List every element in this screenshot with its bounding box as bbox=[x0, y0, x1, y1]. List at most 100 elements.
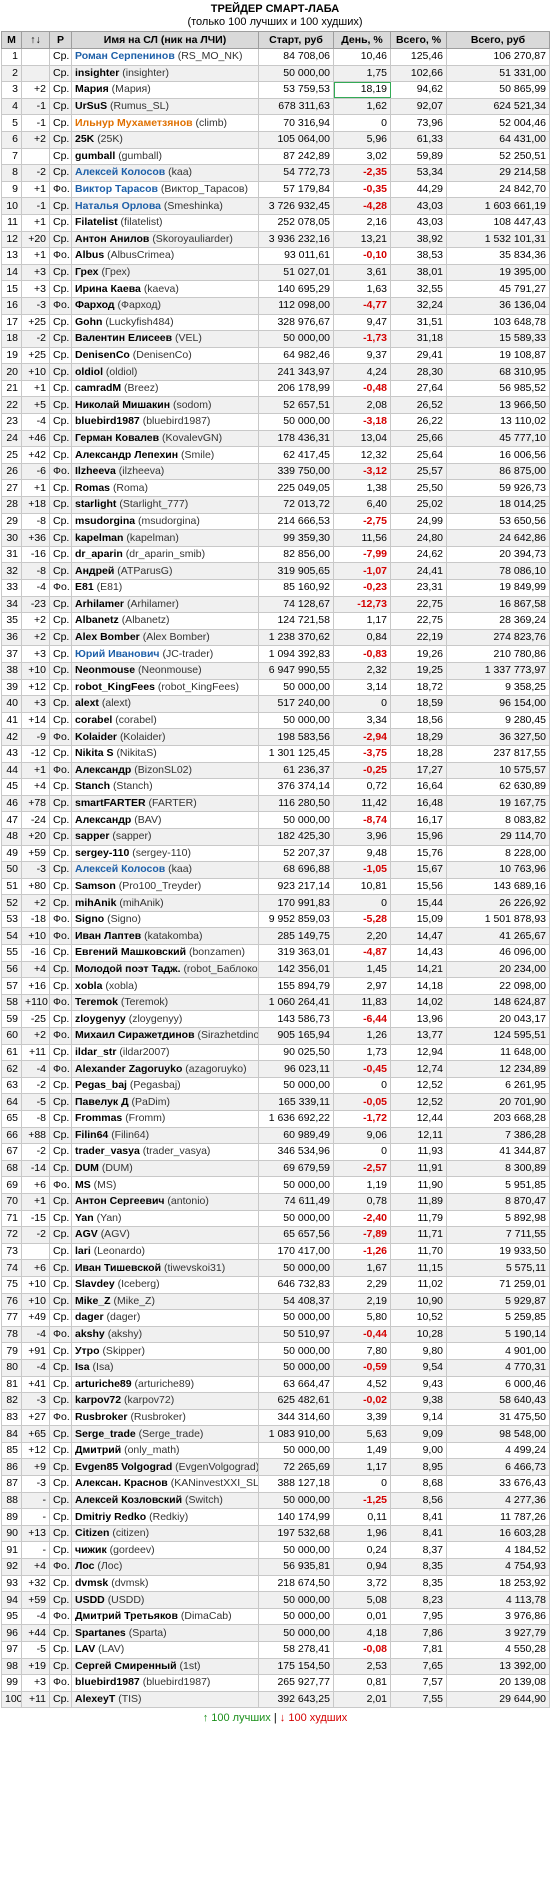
trader-name[interactable]: Александр bbox=[75, 814, 131, 826]
trader-name[interactable]: Romas bbox=[75, 482, 110, 494]
trader-name[interactable]: Yan bbox=[75, 1212, 94, 1224]
trader-name[interactable]: Наталья Орлова bbox=[75, 200, 161, 212]
trader-name[interactable]: чижик bbox=[75, 1544, 107, 1556]
trader-name[interactable]: Isa bbox=[75, 1361, 90, 1373]
trader-name[interactable]: Rusbroker bbox=[75, 1411, 128, 1423]
trader-name[interactable]: Teremok bbox=[75, 996, 118, 1008]
trader-name[interactable]: Alexander Zagoruyko bbox=[75, 1063, 182, 1075]
trader-name[interactable]: Дмитрий bbox=[75, 1444, 121, 1456]
trader-name[interactable]: Ильнур Мухаметзянов bbox=[75, 117, 193, 129]
trader-name[interactable]: Александр Лепехин bbox=[75, 449, 178, 461]
trader-name[interactable]: Иван Лаптев bbox=[75, 930, 141, 942]
header-name[interactable]: Имя на СЛ (ник на ЛЧИ) bbox=[71, 31, 259, 49]
trader-name[interactable]: Gohn bbox=[75, 316, 102, 328]
trader-name[interactable]: Дмитрий Третьяков bbox=[75, 1610, 178, 1622]
trader-name[interactable]: bluebird1987 bbox=[75, 415, 140, 427]
trader-name[interactable]: sergey-110 bbox=[75, 847, 129, 859]
trader-name[interactable]: Иван Тишевской bbox=[75, 1262, 161, 1274]
trader-name[interactable]: Filin64 bbox=[75, 1129, 108, 1141]
trader-name[interactable]: Алексей Колосов bbox=[75, 166, 165, 178]
trader-name[interactable]: Андрей bbox=[75, 565, 114, 577]
header-total-rub[interactable]: Всего, руб bbox=[446, 31, 550, 49]
trader-name[interactable]: Николай Мишакин bbox=[75, 399, 170, 411]
trader-name[interactable]: dr_aparin bbox=[75, 548, 123, 560]
trader-name[interactable]: Антон Анилов bbox=[75, 233, 149, 245]
header-total-pct[interactable]: Всего, % bbox=[390, 31, 447, 49]
worst-link[interactable]: 100 худших bbox=[288, 1712, 347, 1724]
trader-name[interactable]: Виктор Тарасов bbox=[75, 183, 158, 195]
trader-name[interactable]: msudorgina bbox=[75, 515, 135, 527]
trader-name[interactable]: Filatelist bbox=[75, 216, 118, 228]
trader-name[interactable]: LAV bbox=[75, 1643, 95, 1655]
trader-name[interactable]: Kolaider bbox=[75, 731, 117, 743]
trader-name[interactable]: Ирина Каева bbox=[75, 283, 141, 295]
trader-name[interactable]: insighter bbox=[75, 67, 119, 79]
trader-name[interactable]: Утро bbox=[75, 1345, 100, 1357]
trader-name[interactable]: Slavdey bbox=[75, 1278, 115, 1290]
trader-name[interactable]: Arhilamer bbox=[75, 598, 124, 610]
trader-name[interactable]: akshy bbox=[75, 1328, 105, 1340]
trader-name[interactable]: oldiol bbox=[75, 366, 103, 378]
trader-name[interactable]: MS bbox=[75, 1179, 91, 1191]
trader-name[interactable]: Evgen85 Volgograd bbox=[75, 1461, 172, 1473]
trader-name[interactable]: starlight bbox=[75, 498, 116, 510]
trader-name[interactable]: UrSuS bbox=[75, 100, 107, 112]
trader-name[interactable]: mihAnik bbox=[75, 897, 116, 909]
trader-name[interactable]: Павелук Д bbox=[75, 1096, 129, 1108]
trader-name[interactable]: Алексан. Краснов bbox=[75, 1477, 168, 1489]
trader-name[interactable]: dvmsk bbox=[75, 1577, 108, 1589]
header-day-pct[interactable]: День, % bbox=[333, 31, 391, 49]
header-change[interactable]: ↑↓ bbox=[21, 31, 50, 49]
trader-name[interactable]: Samson bbox=[75, 880, 116, 892]
trader-name[interactable]: arturiche89 bbox=[75, 1378, 132, 1390]
trader-name[interactable]: Фарход bbox=[75, 299, 115, 311]
trader-name[interactable]: dager bbox=[75, 1311, 104, 1323]
trader-name[interactable]: Pegas_baj bbox=[75, 1079, 127, 1091]
best-link[interactable]: 100 лучших bbox=[211, 1712, 271, 1724]
trader-name[interactable]: lari bbox=[75, 1245, 91, 1257]
trader-name[interactable]: DUM bbox=[75, 1162, 99, 1174]
trader-name[interactable]: xobla bbox=[75, 980, 102, 992]
trader-name[interactable]: alext bbox=[75, 697, 99, 709]
trader-name[interactable]: AGV bbox=[75, 1228, 98, 1240]
header-place[interactable]: М bbox=[1, 31, 22, 49]
trader-name[interactable]: E81 bbox=[75, 581, 94, 593]
trader-name[interactable]: Serge_trade bbox=[75, 1428, 136, 1440]
trader-name[interactable]: ildar_str bbox=[75, 1046, 116, 1058]
trader-name[interactable]: Михаил Сиражетдинов bbox=[75, 1029, 195, 1041]
trader-name[interactable]: DenisenCo bbox=[75, 349, 130, 361]
trader-name[interactable]: Dmitriy Redko bbox=[75, 1511, 146, 1523]
trader-name[interactable]: Citizen bbox=[75, 1527, 109, 1539]
trader-name[interactable]: smartFARTER bbox=[75, 797, 146, 809]
trader-name[interactable]: Albus bbox=[75, 249, 104, 261]
trader-name[interactable]: Ilzheeva bbox=[75, 465, 116, 477]
trader-name[interactable]: karpov72 bbox=[75, 1394, 121, 1406]
trader-name[interactable]: robot_KingFees bbox=[75, 681, 155, 693]
trader-name[interactable]: trader_vasya bbox=[75, 1145, 140, 1157]
trader-name[interactable]: bluebird1987 bbox=[75, 1676, 140, 1688]
trader-name[interactable]: Albanetz bbox=[75, 614, 119, 626]
trader-name[interactable]: Stanch bbox=[75, 780, 110, 792]
trader-name[interactable]: Signo bbox=[75, 913, 104, 925]
trader-name[interactable]: Лос bbox=[75, 1560, 94, 1572]
trader-name[interactable]: sapper bbox=[75, 830, 109, 842]
trader-name[interactable]: Валентин Елисеев bbox=[75, 332, 172, 344]
trader-name[interactable]: Spartanes bbox=[75, 1627, 126, 1639]
trader-name[interactable]: Молодой поэт Тадж. bbox=[75, 963, 181, 975]
trader-name[interactable]: Мария bbox=[75, 83, 109, 95]
trader-name[interactable]: Алексей Колосов bbox=[75, 863, 165, 875]
trader-name[interactable]: USDD bbox=[75, 1594, 105, 1606]
trader-name[interactable]: Грех bbox=[75, 266, 99, 278]
trader-name[interactable]: AlexeyT bbox=[75, 1693, 115, 1705]
trader-name[interactable]: Евгений Машковский bbox=[75, 946, 186, 958]
trader-name[interactable]: Alex Bomber bbox=[75, 631, 140, 643]
trader-name[interactable]: Nikita S bbox=[75, 747, 114, 759]
trader-name[interactable]: Роман Серпенинов bbox=[75, 50, 175, 62]
trader-name[interactable]: Александр bbox=[75, 764, 131, 776]
header-market[interactable]: Р bbox=[49, 31, 72, 49]
header-start[interactable]: Старт, руб bbox=[258, 31, 334, 49]
trader-name[interactable]: Mike_Z bbox=[75, 1295, 111, 1307]
trader-name[interactable]: gumball bbox=[75, 150, 115, 162]
trader-name[interactable]: zloygenyy bbox=[75, 1013, 126, 1025]
trader-name[interactable]: Алексей Козловский bbox=[75, 1494, 182, 1506]
